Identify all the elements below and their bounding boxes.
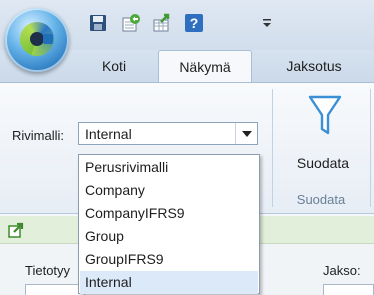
period-field[interactable] bbox=[323, 284, 374, 295]
quick-access-toolbar: ? bbox=[0, 0, 374, 72]
application-menu-button[interactable] bbox=[5, 8, 69, 72]
save-icon[interactable] bbox=[87, 12, 109, 34]
dropdown-arrow-icon[interactable] bbox=[235, 123, 257, 144]
dropdown-option-groupifrs9[interactable]: GroupIFRS9 bbox=[80, 248, 258, 271]
help-icon[interactable]: ? bbox=[183, 12, 205, 34]
row-model-label: Rivimalli: bbox=[12, 128, 64, 143]
data-type-label: Tietotyy bbox=[25, 263, 71, 278]
tab-label: Jaksotus bbox=[286, 58, 342, 74]
group-separator bbox=[370, 89, 371, 207]
row-model-value: Internal bbox=[85, 126, 132, 142]
tab-label: Näkymä bbox=[179, 59, 231, 75]
export-icon[interactable] bbox=[151, 12, 173, 34]
dropdown-option-company[interactable]: Company bbox=[80, 179, 258, 202]
filter-button[interactable]: Suodata bbox=[283, 91, 363, 177]
dropdown-option-internal[interactable]: Internal bbox=[80, 271, 258, 294]
dropdown-option-group[interactable]: Group bbox=[80, 225, 258, 248]
row-model-combobox[interactable]: Internal bbox=[78, 122, 258, 145]
svg-text:?: ? bbox=[190, 15, 199, 31]
group-separator bbox=[272, 89, 273, 207]
filter-icon bbox=[308, 95, 342, 135]
dropdown-option-companyifrs9[interactable]: CompanyIFRS9 bbox=[80, 202, 258, 225]
tab-label: Koti bbox=[101, 58, 127, 74]
tab-jaksotus[interactable]: Jaksotus bbox=[266, 50, 362, 82]
tab-nakyma[interactable]: Näkymä bbox=[158, 50, 252, 83]
row-model-dropdown-list: Perusrivimalli Company CompanyIFRS9 Grou… bbox=[78, 154, 260, 294]
filter-button-label: Suodata bbox=[296, 155, 350, 171]
open-window-icon[interactable] bbox=[6, 220, 26, 240]
tab-koti[interactable]: Koti bbox=[78, 50, 150, 82]
customize-qat-icon[interactable] bbox=[256, 12, 278, 34]
data-type-field[interactable] bbox=[25, 284, 85, 295]
new-record-icon[interactable] bbox=[120, 12, 142, 34]
period-label: Jakso: bbox=[323, 263, 361, 278]
dropdown-option-perusrivimalli[interactable]: Perusrivimalli bbox=[80, 156, 258, 179]
app-logo-icon bbox=[20, 22, 54, 56]
filter-group-label: Suodata bbox=[296, 192, 346, 207]
